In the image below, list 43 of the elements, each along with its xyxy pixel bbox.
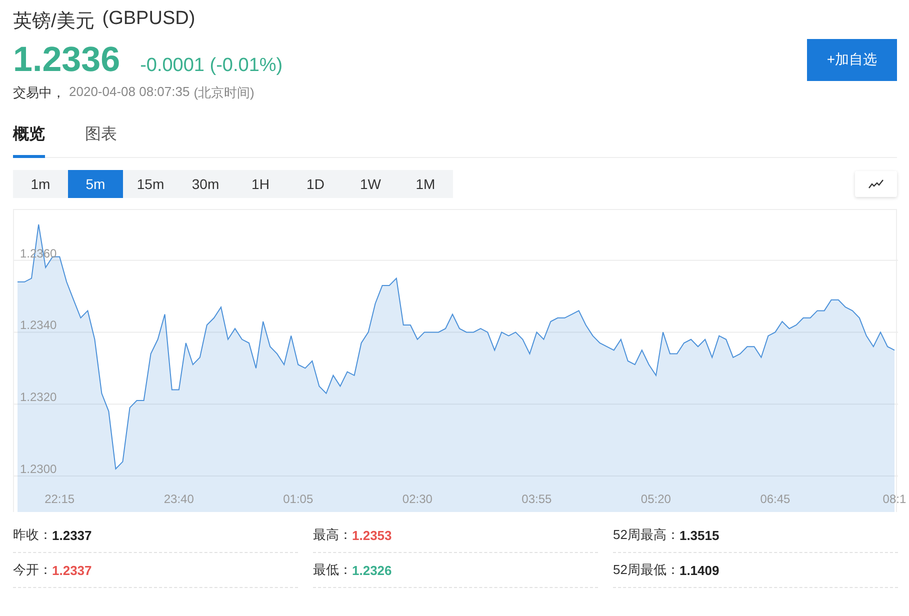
timeframe-button[interactable]: 15m: [123, 170, 178, 198]
x-axis-label: 23:40: [164, 492, 194, 506]
x-axis-label: 05:20: [640, 492, 671, 506]
price: 1.2336: [13, 40, 120, 80]
y-axis-label: 1.2340: [20, 318, 57, 332]
stat-value: 1.3515: [679, 528, 720, 542]
timeframe-button[interactable]: 1m: [13, 170, 68, 198]
stat-label: 52周最低：: [613, 561, 680, 579]
stat-label: 52周最高：: [613, 526, 680, 544]
tab[interactable]: 图表: [85, 124, 117, 158]
x-axis-label: 08:1: [882, 492, 906, 506]
timeframe-button[interactable]: 1D: [288, 170, 343, 198]
stat-label: 最高：: [313, 526, 352, 544]
timeframe-button[interactable]: 5m: [68, 170, 123, 198]
stat-value: 1.2326: [352, 562, 392, 578]
timeframe-button[interactable]: 1H: [233, 170, 288, 198]
pair-symbol: (GBPUSD): [102, 8, 196, 31]
price-change: -0.0001 (-0.01%): [140, 55, 283, 77]
y-axis-label: 1.2320: [20, 390, 57, 404]
trading-status: 交易中，: [13, 84, 65, 102]
timezone: (北京时间): [194, 84, 254, 102]
add-watchlist-button[interactable]: +加自选: [807, 39, 897, 81]
stat-value: 1.2337: [52, 528, 92, 542]
pair-name: 英镑/美元: [13, 10, 94, 34]
x-axis-label: 01:05: [283, 492, 314, 506]
tab[interactable]: 概览: [13, 124, 45, 158]
stat-label: 最低：: [313, 561, 352, 579]
timeframe-button[interactable]: 1M: [398, 170, 453, 198]
stat-label: 今开：: [13, 561, 52, 579]
x-axis-label: 02:30: [402, 492, 432, 506]
stat-value: 1.1409: [679, 562, 720, 578]
stat-value: 1.2353: [352, 528, 392, 542]
chart-type-button[interactable]: [855, 171, 897, 197]
x-axis-label: 03:55: [522, 492, 552, 506]
stat-value: 1.2337: [52, 562, 92, 578]
y-axis-label: 1.2300: [20, 462, 57, 476]
quote-time: 2020-04-08 08:07:35: [69, 84, 190, 101]
timeframe-button[interactable]: 30m: [178, 170, 233, 198]
line-chart-icon: [868, 179, 884, 189]
timeframe-button[interactable]: 1W: [343, 170, 398, 198]
x-axis-label: 06:45: [760, 492, 790, 506]
stat-label: 昨收：: [13, 526, 52, 544]
x-axis-label: 22:15: [44, 492, 75, 506]
